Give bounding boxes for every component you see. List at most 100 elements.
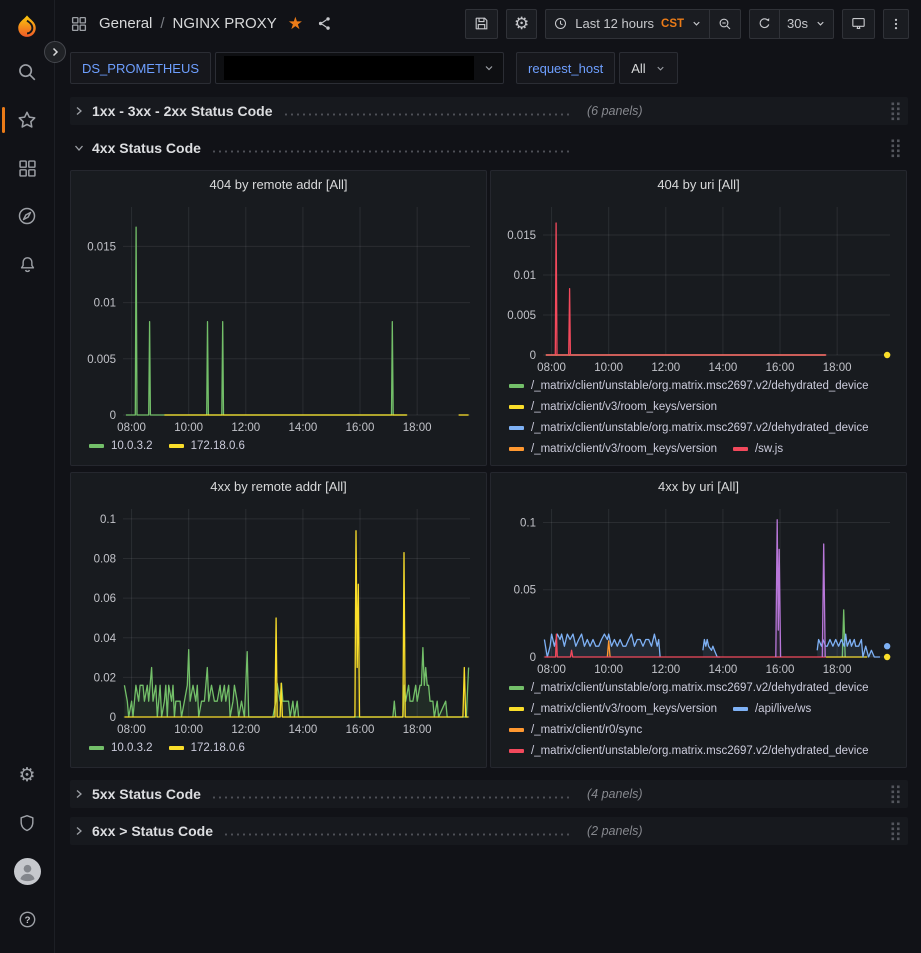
drag-handle-icon	[890, 101, 902, 121]
legend-item[interactable]: 172.18.0.6	[169, 742, 245, 754]
dashboard-row-5xx-status-code[interactable]: 5xx Status Code (4 panels)	[70, 780, 908, 808]
kebab-menu-icon	[889, 16, 903, 32]
row-header-left: 5xx Status Code	[73, 786, 573, 802]
sidebar-item-profile[interactable]	[0, 847, 55, 895]
x-tick-label: 08:00	[117, 422, 146, 434]
variable-select-ds-prometheus[interactable]	[215, 52, 504, 84]
refresh-button[interactable]	[749, 9, 780, 39]
sidebar-item-dashboards[interactable]	[0, 144, 55, 192]
series-line	[546, 223, 826, 355]
zoom-out-button[interactable]	[710, 9, 741, 39]
drag-handle-icon	[890, 138, 902, 158]
row-panels-count: (4 panels)	[587, 787, 643, 801]
chevron-down-icon	[815, 18, 826, 29]
breadcrumb-separator: /	[160, 15, 164, 32]
legend-item[interactable]: /_matrix/client/v3/room_keys/version	[509, 703, 717, 715]
variable-select-request-host[interactable]: All	[619, 52, 677, 84]
panel-title[interactable]: 404 by remote addr [All]	[79, 171, 478, 197]
sidebar-item-explore[interactable]	[0, 192, 55, 240]
save-dashboard-button[interactable]	[465, 9, 498, 39]
legend-item[interactable]: /_matrix/client/v3/room_keys/version	[509, 401, 717, 413]
sidebar-expand-button[interactable]	[44, 41, 66, 63]
chart-4xx-by-uri-all[interactable]: 00.050.108:0010:0012:0014:0016:0018:00	[499, 499, 898, 677]
x-tick-label: 18:00	[403, 724, 432, 736]
sidebar-item-configuration[interactable]: ⚙	[0, 751, 55, 799]
chart-404-by-uri-all[interactable]: 00.0050.010.01508:0010:0012:0014:0016:00…	[499, 197, 898, 375]
share-icon[interactable]	[316, 15, 333, 32]
legend-item[interactable]: 10.0.3.2	[89, 440, 153, 452]
y-tick-label: 0.06	[94, 593, 116, 605]
row-drag-handle[interactable]	[890, 138, 902, 158]
panel-title[interactable]: 4xx by uri [All]	[499, 473, 898, 499]
x-tick-label: 12:00	[231, 422, 260, 434]
time-range-picker[interactable]: Last 12 hours CST	[545, 9, 710, 39]
user-avatar	[14, 858, 41, 885]
legend-item[interactable]: /_matrix/client/unstable/org.matrix.msc2…	[509, 682, 869, 694]
row-drag-handle[interactable]	[890, 784, 902, 804]
legend: 10.0.3.2 172.18.0.6	[79, 737, 478, 754]
legend-item[interactable]: /sw.js	[733, 443, 783, 455]
row-panels-count: (6 panels)	[587, 104, 643, 118]
legend-item[interactable]: /_matrix/client/v3/room_keys/version	[509, 443, 717, 455]
legend-item[interactable]: /_matrix/client/unstable/org.matrix.msc2…	[509, 380, 869, 392]
favorite-star-icon[interactable]: ★	[288, 15, 303, 32]
sidebar: ⚙ ?	[0, 0, 55, 953]
row-title: 6xx > Status Code	[92, 823, 213, 839]
chart-4xx-by-remote-addr-all[interactable]: 00.020.040.060.080.108:0010:0012:0014:00…	[79, 499, 478, 737]
legend-item[interactable]: 10.0.3.2	[89, 742, 153, 754]
chart-404-by-remote-addr-all[interactable]: 00.0050.010.01508:0010:0012:0014:0016:00…	[79, 197, 478, 435]
legend-item[interactable]: /_matrix/client/unstable/org.matrix.msc2…	[509, 422, 869, 434]
legend-item[interactable]: /api/live/ws	[733, 703, 811, 715]
x-tick-label: 14:00	[289, 724, 318, 736]
panel-title[interactable]: 404 by uri [All]	[499, 171, 898, 197]
x-tick-label: 14:00	[289, 422, 318, 434]
panel-title[interactable]: 4xx by remote addr [All]	[79, 473, 478, 499]
legend-item[interactable]: /_matrix/client/r0/sync	[509, 724, 642, 736]
series-point	[884, 643, 890, 649]
legend-label: 10.0.3.2	[111, 742, 153, 754]
row-expanded-chevron	[73, 142, 85, 154]
apps-grid-icon[interactable]	[70, 15, 88, 33]
y-tick-label: 0.02	[94, 672, 116, 684]
legend-swatch	[509, 707, 524, 711]
gear-icon: ⚙	[514, 15, 529, 32]
y-tick-label: 0.01	[514, 270, 536, 282]
grafana-logo[interactable]	[0, 6, 55, 48]
refresh-interval-picker[interactable]: 30s	[780, 9, 834, 39]
row-dotted-leader	[223, 833, 569, 836]
more-options-button[interactable]	[883, 9, 909, 39]
grafana-app: ⚙ ?	[0, 0, 921, 953]
variable-label-request-host: request_host	[516, 52, 615, 84]
row-drag-handle[interactable]	[890, 101, 902, 121]
breadcrumb-folder[interactable]: General	[99, 15, 152, 32]
variable-label-ds-prometheus: DS_PROMETHEUS	[70, 52, 211, 84]
x-tick-label: 12:00	[231, 724, 260, 736]
legend-swatch	[509, 447, 524, 451]
x-tick-label: 10:00	[594, 362, 623, 374]
x-tick-label: 16:00	[346, 724, 375, 736]
legend: /_matrix/client/unstable/org.matrix.msc2…	[499, 375, 898, 455]
legend-item[interactable]: /_matrix/client/unstable/org.matrix.msc2…	[509, 745, 869, 757]
legend-label: /_matrix/client/unstable/org.matrix.msc2…	[531, 682, 869, 694]
dashboard-row-6xx-status-code[interactable]: 6xx > Status Code(2 panels)	[70, 817, 908, 845]
legend-swatch	[509, 405, 524, 409]
cycle-view-button[interactable]	[842, 9, 875, 39]
x-tick-label: 16:00	[346, 422, 375, 434]
sidebar-item-server-admin[interactable]	[0, 799, 55, 847]
sidebar-item-alerting[interactable]	[0, 240, 55, 288]
sidebar-item-starred[interactable]	[0, 96, 55, 144]
dashboard-settings-button[interactable]: ⚙	[506, 9, 537, 39]
legend-item[interactable]: 172.18.0.6	[169, 440, 245, 452]
row-title: 1xx - 3xx - 2xx Status Code	[92, 103, 273, 119]
legend-swatch	[509, 728, 524, 732]
legend-label: /sw.js	[755, 443, 783, 455]
x-tick-label: 16:00	[766, 664, 795, 676]
drag-handle-icon	[890, 821, 902, 841]
grafana-logo-icon	[13, 13, 41, 41]
dashboard-row-4xx-status-code[interactable]: 4xx Status Code	[70, 134, 908, 162]
sidebar-item-help[interactable]: ?	[0, 895, 55, 943]
panels-grid: 404 by remote addr [All] 00.0050.010.0150…	[70, 170, 908, 768]
legend: 10.0.3.2 172.18.0.6	[79, 435, 478, 452]
dashboard-row-1xx-3xx-2xx-status-code[interactable]: 1xx - 3xx - 2xx Status Code (6 panels)	[70, 97, 908, 125]
row-drag-handle[interactable]	[890, 821, 902, 841]
